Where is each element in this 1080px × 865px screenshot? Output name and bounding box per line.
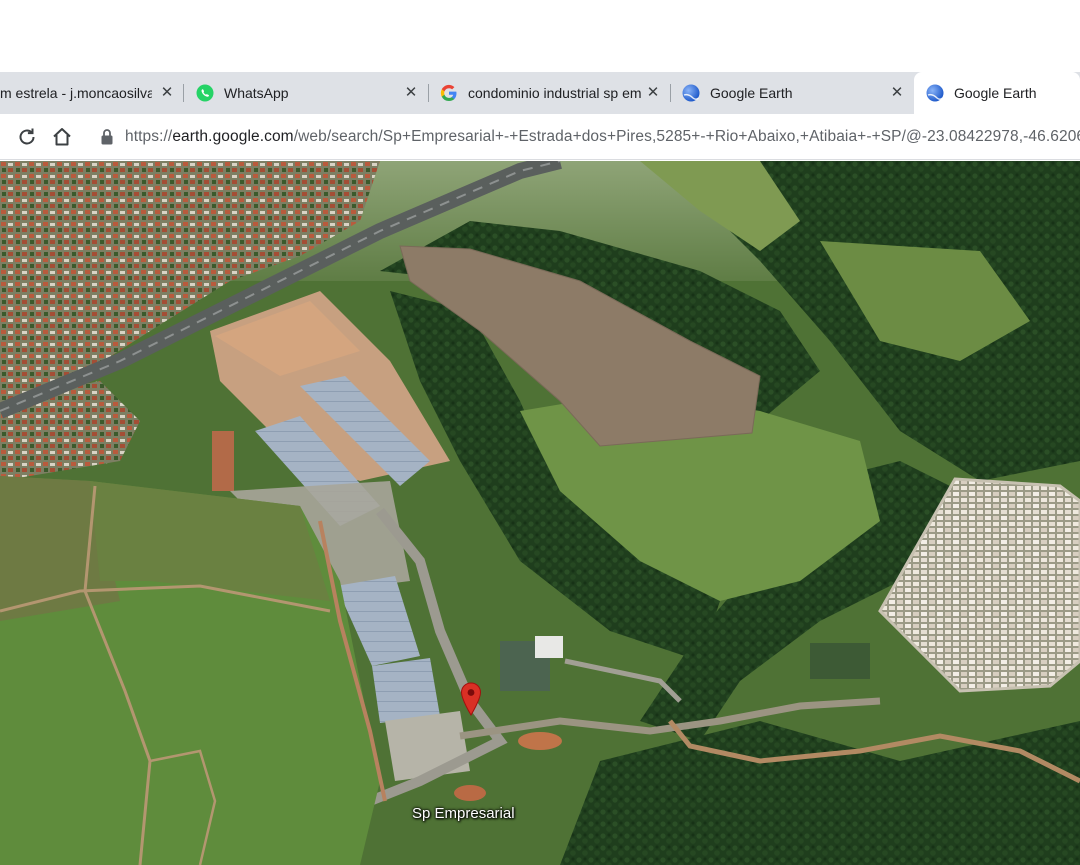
tab-whatsapp[interactable]: WhatsApp ✕ — [188, 72, 426, 114]
browser-toolbar: https://earth.google.com/web/search/Sp+E… — [0, 114, 1080, 160]
tab-separator — [428, 84, 429, 102]
tab-title: WhatsApp — [224, 85, 289, 101]
home-icon[interactable] — [50, 125, 74, 149]
tab-separator — [670, 84, 671, 102]
address-bar[interactable]: https://earth.google.com/web/search/Sp+E… — [125, 128, 1080, 146]
tab-strip: m estrela - j.moncaosilva@ ✕ WhatsApp ✕ … — [0, 72, 1080, 114]
tab-title: m estrela - j.moncaosilva@ — [0, 85, 152, 101]
tab-separator — [183, 84, 184, 102]
map-pin-icon[interactable] — [460, 682, 482, 716]
close-icon[interactable]: ✕ — [158, 84, 176, 102]
close-icon[interactable]: ✕ — [888, 84, 906, 102]
google-earth-icon — [682, 84, 700, 102]
satellite-imagery — [0, 161, 1080, 865]
google-icon — [440, 84, 458, 102]
satellite-map[interactable]: Sp Empresarial — [0, 161, 1080, 865]
reload-icon[interactable] — [15, 125, 39, 149]
tab-google-earth-active[interactable]: Google Earth — [914, 72, 1080, 114]
whatsapp-icon — [196, 84, 214, 102]
url-scheme: https:// — [125, 128, 173, 145]
blank-area — [0, 0, 1080, 72]
place-label[interactable]: Sp Empresarial — [412, 805, 515, 822]
tab-google-search[interactable]: condominio industrial sp em ✕ — [432, 72, 668, 114]
tab-title: Google Earth — [710, 85, 793, 101]
url-host: earth.google.com — [172, 128, 294, 145]
tab-gmail[interactable]: m estrela - j.moncaosilva@ ✕ — [0, 72, 182, 114]
close-icon[interactable]: ✕ — [644, 84, 662, 102]
close-icon[interactable]: ✕ — [402, 84, 420, 102]
lock-icon[interactable] — [100, 128, 114, 146]
tab-google-earth-1[interactable]: Google Earth ✕ — [674, 72, 912, 114]
url-path: /web/search/Sp+Empresarial+-+Estrada+dos… — [293, 128, 1080, 145]
tab-title: Google Earth — [954, 85, 1037, 101]
tab-title: condominio industrial sp em — [468, 85, 642, 101]
google-earth-icon — [926, 84, 944, 102]
